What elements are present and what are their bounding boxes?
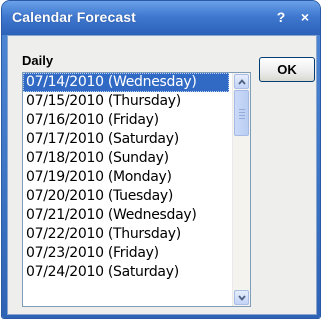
thumb-grip-line (239, 112, 245, 113)
dialog-body: Daily 07/14/2010 (Wednesday) 07/15/2010 (… (7, 35, 317, 315)
scroll-down-button[interactable] (234, 290, 249, 305)
thumb-grip-line (239, 109, 245, 110)
list-item[interactable]: 07/24/2010 (Saturday) (23, 263, 229, 282)
calendar-forecast-dialog: Calendar Forecast ? × Daily 07/14/2010 (… (2, 1, 320, 318)
list-item[interactable]: 07/16/2010 (Friday) (23, 111, 229, 130)
ok-button[interactable]: OK (259, 57, 315, 82)
thumb-grip-line (239, 118, 245, 119)
scroll-thumb[interactable] (234, 90, 249, 136)
vertical-scrollbar[interactable] (232, 73, 250, 306)
thumb-grip-line (239, 115, 245, 116)
list-item[interactable]: 07/23/2010 (Friday) (23, 244, 229, 263)
title-bar[interactable]: Calendar Forecast ? × (2, 1, 320, 35)
list-item[interactable]: 07/19/2010 (Monday) (23, 168, 229, 187)
list-item[interactable]: 07/22/2010 (Thursday) (23, 225, 229, 244)
list-item[interactable]: 07/20/2010 (Tuesday) (23, 187, 229, 206)
list-items: 07/14/2010 (Wednesday) 07/15/2010 (Thursd… (23, 73, 229, 282)
help-button[interactable]: ? (273, 8, 289, 26)
scroll-up-button[interactable] (234, 74, 249, 89)
window-title: Calendar Forecast (12, 9, 136, 25)
list-item[interactable]: 07/18/2010 (Sunday) (23, 149, 229, 168)
list-item[interactable]: 07/15/2010 (Thursday) (23, 92, 229, 111)
list-item[interactable]: 07/21/2010 (Wednesday) (23, 206, 229, 225)
date-listbox[interactable]: 07/14/2010 (Wednesday) 07/15/2010 (Thursd… (22, 72, 251, 307)
list-item[interactable]: 07/17/2010 (Saturday) (23, 130, 229, 149)
close-button[interactable]: × (297, 8, 313, 26)
chevron-up-icon (238, 79, 246, 85)
daily-label: Daily (22, 53, 54, 68)
chevron-down-icon (238, 295, 246, 301)
list-item[interactable]: 07/14/2010 (Wednesday) (23, 73, 229, 92)
